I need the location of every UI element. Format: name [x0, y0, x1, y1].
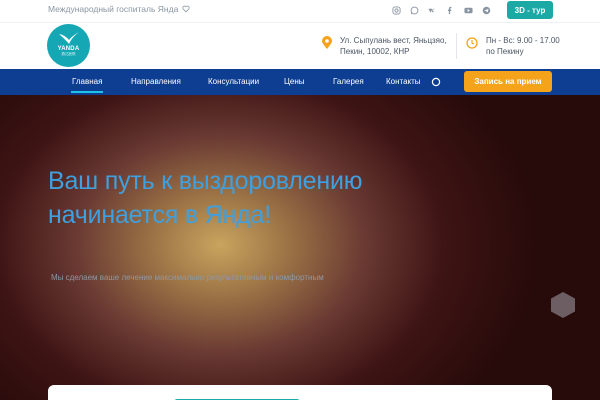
address: Ул. Сыпулань вест, Яньцзяо, Пекин, 10002… [340, 35, 447, 57]
hero-banner: Ваш путь к выздоровлению начинается в Ян… [0, 95, 600, 400]
header: YANDA 燕达医院 Ул. Сыпулань вест, Яньцзяо, П… [0, 22, 600, 69]
hours-line: Пн - Вс: 9.00 - 17.00 [486, 36, 560, 45]
address-line: Ул. Сыпулань вест, Яньцзяо, [340, 36, 447, 45]
3d-tour-button[interactable]: 3D - тур [507, 1, 553, 19]
site-name: Международный госпиталь Янда [48, 4, 190, 14]
youtube-icon[interactable] [463, 5, 473, 15]
logo-subtext: 燕达医院 [61, 51, 76, 56]
top-bar: Международный госпиталь Янда 3D - тур [0, 0, 600, 22]
address-line: Пекин, 10002, КНР [340, 47, 410, 56]
hero-subtitle: Мы сделаем ваше лечение максимально резу… [51, 273, 324, 282]
nav-item-prices[interactable]: Цены [284, 69, 305, 95]
hero-title: Ваш путь к выздоровлению начинается в Ян… [48, 164, 363, 232]
hero-title-line: Ваш путь к выздоровлению [48, 167, 363, 195]
hospital-logo[interactable]: YANDA 燕达医院 [47, 24, 90, 67]
facebook-icon[interactable] [445, 5, 455, 15]
hero-title-line: начинается в Янда! [48, 201, 272, 229]
whatsapp-icon[interactable] [409, 5, 419, 15]
hexagon-chat-icon[interactable] [550, 291, 576, 319]
instagram-icon[interactable] [391, 5, 401, 15]
nav-item-consultations[interactable]: Консультации [208, 69, 259, 95]
telegram-icon[interactable] [481, 5, 491, 15]
working-hours: Пн - Вс: 9.00 - 17.00 по Пекину [486, 35, 560, 57]
content-card [48, 385, 552, 400]
location-pin-icon [322, 36, 332, 49]
search-icon[interactable] [431, 77, 441, 87]
bird-icon [58, 31, 79, 44]
vk-icon[interactable] [427, 5, 437, 15]
book-appointment-button[interactable]: Запись на прием [464, 71, 552, 92]
clock-icon [466, 37, 478, 49]
hours-line: по Пекину [486, 47, 524, 56]
social-links [391, 5, 491, 15]
site-name-label: Международный госпиталь Янда [48, 4, 179, 14]
nav-item-gallery[interactable]: Галерея [333, 69, 364, 95]
nav-item-contacts[interactable]: Контакты [386, 69, 421, 95]
heart-icon [182, 5, 190, 13]
divider [456, 33, 457, 59]
nav-item-directions[interactable]: Направления [131, 69, 181, 95]
nav-item-home[interactable]: Главная [70, 69, 104, 95]
